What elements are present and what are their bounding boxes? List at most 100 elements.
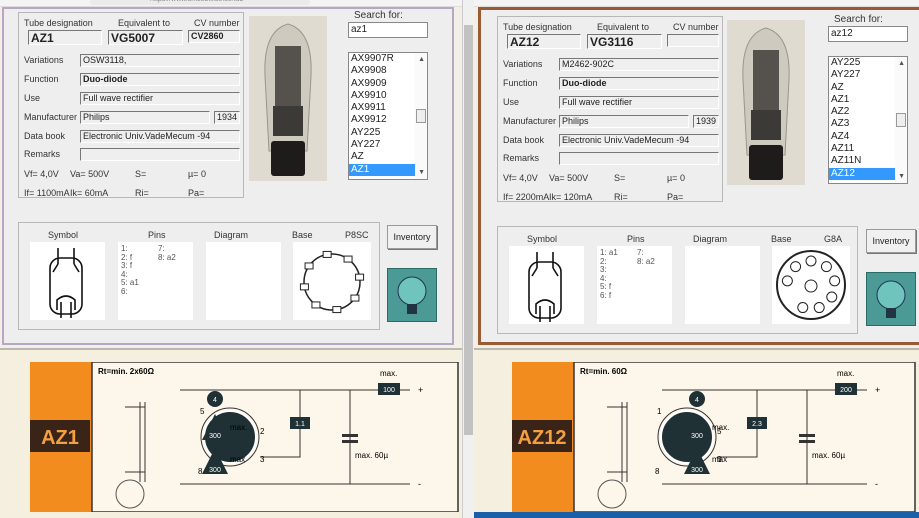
symbol-image (30, 242, 105, 320)
rt-text: Rt=min. 60Ω (580, 367, 628, 376)
remarks-field[interactable] (559, 152, 719, 165)
pins-list: 1: a1 2: 3: 4: 5: f 6: f 7: 8: a2 (597, 246, 672, 324)
cv-number-field[interactable]: CV2860 (188, 30, 240, 43)
scroll-down-icon[interactable]: ▼ (418, 169, 425, 176)
tube-list-item[interactable]: AZ1 (829, 94, 897, 106)
manufacturer-label: Manufacturer (503, 116, 557, 126)
base-label: Base (292, 230, 313, 240)
use-field[interactable]: Full wave rectifier (80, 92, 240, 105)
variations-field[interactable]: OSW3118, (80, 54, 240, 67)
scroll-up-icon[interactable]: ▲ (418, 56, 425, 63)
variations-field[interactable]: M2462-902C (559, 58, 719, 71)
diode-symbol-icon (49, 248, 83, 318)
manufacturer-field[interactable]: Philips (80, 111, 210, 124)
tube-list-item[interactable]: AZ3 (829, 118, 897, 130)
base-diagram (293, 242, 371, 320)
scroll-down-icon[interactable]: ▼ (898, 173, 905, 180)
datasheet-area: AZ1 Rt=min. 2x60Ω 4 300 max. 300 max 5 2… (0, 348, 462, 518)
tube-list[interactable]: AX9907R AX9908 AX9909 AX9910 AX9911 AX9912 AY2… (348, 52, 428, 180)
heater-text: 4 (695, 397, 699, 404)
tube-list-item[interactable]: AX9910 (349, 90, 417, 102)
address-bar[interactable]: https://www.smsebwise.se/tub (90, 0, 310, 5)
param-s: S= (614, 173, 626, 183)
diagram-image (685, 246, 760, 324)
tube-list-item[interactable]: AY227 (829, 69, 897, 81)
function-field[interactable]: Duo-diode (559, 77, 719, 90)
inventory-button[interactable]: Inventory (387, 225, 437, 249)
tube-list-item[interactable]: AZ12 (829, 167, 897, 180)
tube-photo (249, 16, 327, 181)
tube-list-item[interactable]: AZ (349, 151, 417, 163)
remarks-field[interactable] (80, 148, 240, 161)
tube-list-item[interactable]: AY227 (349, 139, 417, 151)
param-ik: Ik= 120mA (549, 192, 593, 202)
tube-list-item[interactable]: AZ1 (349, 163, 417, 176)
tube-list-item[interactable]: AX9911 (349, 102, 417, 114)
data-book-field[interactable]: Electronic Univ.VadeMecum -94 (559, 134, 719, 147)
tube-list-item[interactable]: AZ (829, 82, 897, 94)
out-current-text: 100 (383, 387, 395, 394)
tube-list-item[interactable]: AZ2 (829, 106, 897, 118)
variations-label: Variations (503, 59, 543, 69)
pin-b-text: 5 (717, 427, 722, 436)
pin-c-text: 3 (260, 455, 265, 464)
pin-entry: 6: f (600, 290, 612, 300)
tube-list-item[interactable]: AY225 (349, 127, 417, 139)
taskbar-strip (474, 512, 919, 518)
search-input[interactable]: az12 (828, 26, 908, 42)
list-scrollbar[interactable]: ▲ ▼ (415, 53, 427, 179)
equivalent-field[interactable]: VG5007 (108, 30, 183, 45)
list-scrollbar[interactable]: ▲ ▼ (895, 57, 907, 183)
param-va: Va= 500V (549, 173, 589, 183)
rectifier-circuit-image: AZ1 Rt=min. 2x60Ω 4 300 max. 300 max 5 2… (30, 361, 459, 513)
tube-list-item[interactable]: AZ4 (829, 131, 897, 143)
equivalent-field[interactable]: VG3116 (587, 34, 662, 49)
inventory-logo[interactable] (866, 272, 916, 326)
list-scroll-thumb[interactable] (896, 113, 906, 127)
param-ri: Ri= (135, 188, 149, 198)
tube-designation-field[interactable]: AZ1 (28, 30, 102, 45)
pins-list: 1: 2: f 3: f 4: 5: a1 6: 7: 8: a2 (118, 242, 193, 320)
tube-list-item[interactable]: AZ11N (829, 155, 897, 167)
vertical-scrollbar[interactable] (462, 0, 474, 518)
function-field[interactable]: Duo-diode (80, 73, 240, 86)
tube-list-item[interactable]: AX9909 (349, 78, 417, 90)
param-vf: Vf= 4,0V (24, 169, 59, 179)
symbol-label: Symbol (48, 230, 79, 240)
manufacturer-field[interactable]: Philips (559, 115, 689, 128)
tube-list-item[interactable]: AY225 (829, 57, 897, 69)
pin-entry: 3: f (121, 261, 133, 270)
tube-list[interactable]: AY225 AY227 AZ AZ1 AZ2 AZ3 AZ4 AZ11 AZ11N AZ12 ▲ ▼ (828, 56, 908, 184)
search-for-label: Search for: (834, 14, 883, 25)
datasheet-area: AZ12 Rt=min. 60Ω 4 300 max. 300 max 1 5 … (474, 348, 919, 518)
year-field[interactable]: 1934 (214, 111, 240, 124)
function-label: Function (503, 78, 538, 88)
max-2-text: max (230, 455, 245, 464)
inventory-button[interactable]: Inventory (866, 229, 916, 253)
cv-number-field[interactable] (667, 34, 719, 47)
base-type: G8A (824, 234, 843, 244)
year-field[interactable]: 1939 (693, 115, 719, 128)
base-diagram (772, 246, 850, 324)
tube-list-item[interactable]: AX9907R (349, 53, 417, 65)
inventory-logo[interactable] (387, 268, 437, 322)
list-scroll-thumb[interactable] (416, 109, 426, 123)
data-book-field[interactable]: Electronic Univ.VadeMecum -94 (80, 130, 240, 143)
remarks-label: Remarks (24, 149, 61, 159)
pin-c-text: 6 (717, 455, 722, 464)
pin-entry: 6: (121, 286, 128, 296)
scroll-up-icon[interactable]: ▲ (898, 60, 905, 67)
tube-image (249, 16, 327, 181)
scrollbar-thumb[interactable] (464, 25, 473, 435)
use-field[interactable]: Full wave rectifier (559, 96, 719, 109)
tube-designation-field[interactable]: AZ12 (507, 34, 581, 49)
plus-text: + (418, 385, 423, 395)
tube-list-item[interactable]: AX9912 (349, 114, 417, 126)
tube-list-item[interactable]: AX9908 (349, 65, 417, 77)
search-input[interactable]: az1 (348, 22, 428, 38)
circuit-diagram: AZ12 Rt=min. 60Ω 4 300 max. 300 max 1 5 … (512, 361, 917, 513)
search-for-label: Search for: (354, 10, 403, 21)
use-label: Use (503, 97, 520, 107)
tube-list-item[interactable]: AZ11 (829, 143, 897, 155)
pin-entry: 8: a2 (637, 256, 655, 266)
